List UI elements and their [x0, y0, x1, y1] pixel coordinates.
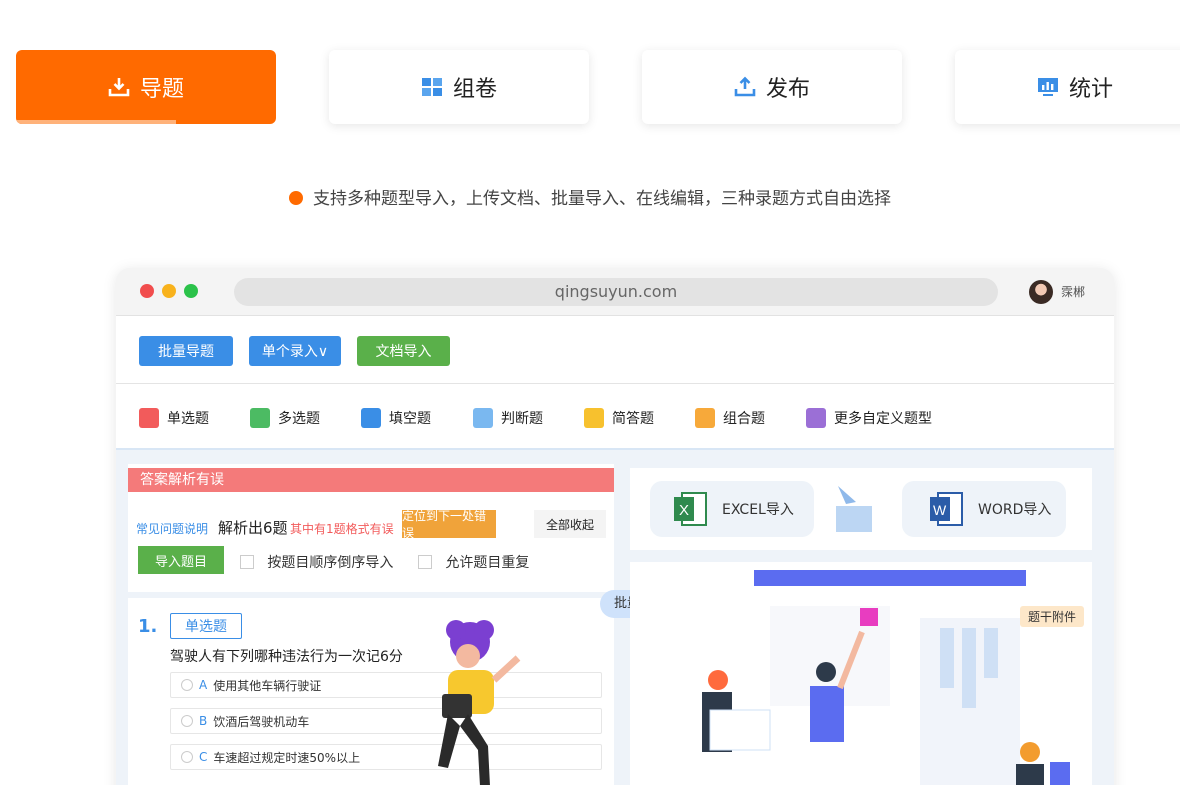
qtype-multi[interactable]: 多选题 [250, 408, 320, 428]
allow-dup-checkbox[interactable]: 允许题目重复 [418, 552, 529, 572]
download-icon [108, 78, 130, 97]
collapse-all-button[interactable]: 全部收起 [534, 510, 606, 538]
error-title: 答案解析有误 [128, 468, 614, 492]
puzzle-icon [421, 78, 442, 96]
import-questions-button[interactable]: 导入题目 [138, 546, 224, 574]
excel-icon: X [674, 492, 707, 526]
word-icon: W [930, 492, 963, 526]
radio-icon [181, 715, 193, 727]
qtype-fill[interactable]: 填空题 [361, 408, 431, 428]
bullet-dot-icon [289, 191, 303, 205]
import-methods-panel: X EXCEL导入 W WORD导入 [630, 468, 1092, 550]
multi-choice-icon [250, 408, 270, 428]
minimize-dot-icon [162, 284, 176, 298]
faq-link[interactable]: 常见问题说明 [136, 520, 208, 537]
maximize-dot-icon [184, 284, 198, 298]
parse-result-panel: 答案解析有误 常见问题说明 解析出6题 其中有1题格式有误 定位到下一处错误 全… [128, 464, 614, 592]
tagline-text: 支持多种题型导入，上传文档、批量导入、在线编辑，三种录题方式自由选择 [313, 189, 891, 209]
qtype-single[interactable]: 单选题 [139, 408, 209, 428]
tab-label: 导题 [139, 77, 184, 102]
tab-statistics[interactable]: 统计 [955, 50, 1180, 124]
word-import-button[interactable]: W WORD导入 [902, 481, 1066, 537]
excel-import-button[interactable]: X EXCEL导入 [650, 481, 814, 537]
upload-icon [734, 76, 756, 97]
single-choice-icon [139, 408, 159, 428]
attachment-illustration-panel: 题干附件 [630, 562, 1092, 785]
person-illustration [438, 620, 521, 785]
fill-blank-icon [361, 408, 381, 428]
user-name: 霂郴 [1061, 285, 1086, 299]
tagline: 支持多种题型导入，上传文档、批量导入、在线编辑，三种录题方式自由选择 [0, 184, 1180, 209]
question-stem: 驾驶人有下列哪种违法行为一次记6分 [170, 649, 403, 665]
folder-import-icon [836, 486, 872, 532]
parsed-count: 解析出6题 [218, 519, 288, 537]
svg-text:W: W [933, 502, 947, 518]
browser-mockup: qingsuyun.com 霂郴 批量导题 单个录入∨ 文档导入 单选题 多选题… [116, 268, 1114, 785]
chart-icon [1037, 78, 1058, 96]
doc-import-button[interactable]: 文档导入 [357, 336, 450, 366]
option-a[interactable]: A 使用其他车辆行驶证 [170, 672, 602, 698]
tab-publish[interactable]: 发布 [642, 50, 902, 124]
combo-icon [695, 408, 715, 428]
locate-error-button[interactable]: 定位到下一处错误 [402, 509, 496, 540]
option-b[interactable]: B 饮酒后驾驶机动车 [170, 708, 602, 734]
entry-toolbar: 批量导题 单个录入∨ 文档导入 [116, 316, 1114, 384]
qtype-custom[interactable]: 更多自定义题型 [806, 408, 932, 428]
url-bar[interactable]: qingsuyun.com [234, 278, 998, 306]
short-answer-icon [584, 408, 604, 428]
custom-type-icon [806, 408, 826, 428]
banner-strip [754, 570, 1026, 586]
tab-label: 发布 [765, 77, 810, 102]
question-number: 1. [138, 616, 158, 637]
qtype-short[interactable]: 简答题 [584, 408, 654, 428]
qtype-combo[interactable]: 组合题 [695, 408, 765, 428]
svg-text:X: X [679, 502, 689, 519]
reverse-order-checkbox[interactable]: 按题目顺序倒序导入 [240, 552, 393, 572]
tab-label: 统计 [1068, 77, 1113, 102]
tab-import-questions[interactable]: 导题 [16, 50, 276, 124]
tab-compose-paper[interactable]: 组卷 [329, 50, 589, 124]
single-entry-dropdown[interactable]: 单个录入∨ [249, 336, 341, 366]
qtype-judge[interactable]: 判断题 [473, 408, 543, 428]
browser-bar: qingsuyun.com 霂郴 [116, 268, 1114, 316]
checkbox-icon [418, 555, 432, 569]
radio-icon [181, 679, 193, 691]
question-type-badge: 单选题 [170, 613, 242, 639]
close-dot-icon [140, 284, 154, 298]
batch-import-button[interactable]: 批量导题 [139, 336, 233, 366]
tab-label: 组卷 [452, 77, 497, 102]
avatar[interactable] [1029, 280, 1053, 304]
question-card: 1. 单选题 驾驶人有下列哪种违法行为一次记6分 A 使用其他车辆行驶证 B 饮酒后… [128, 598, 614, 785]
office-illustration [702, 606, 1070, 785]
radio-icon [181, 751, 193, 763]
judge-icon [473, 408, 493, 428]
checkbox-icon [240, 555, 254, 569]
option-c[interactable]: C 车速超过规定时速50%以上 [170, 744, 602, 770]
question-type-bar: 单选题 多选题 填空题 判断题 简答题 组合题 更多自定义题型 [116, 384, 1114, 450]
format-error-text: 其中有1题格式有误 [290, 522, 394, 536]
